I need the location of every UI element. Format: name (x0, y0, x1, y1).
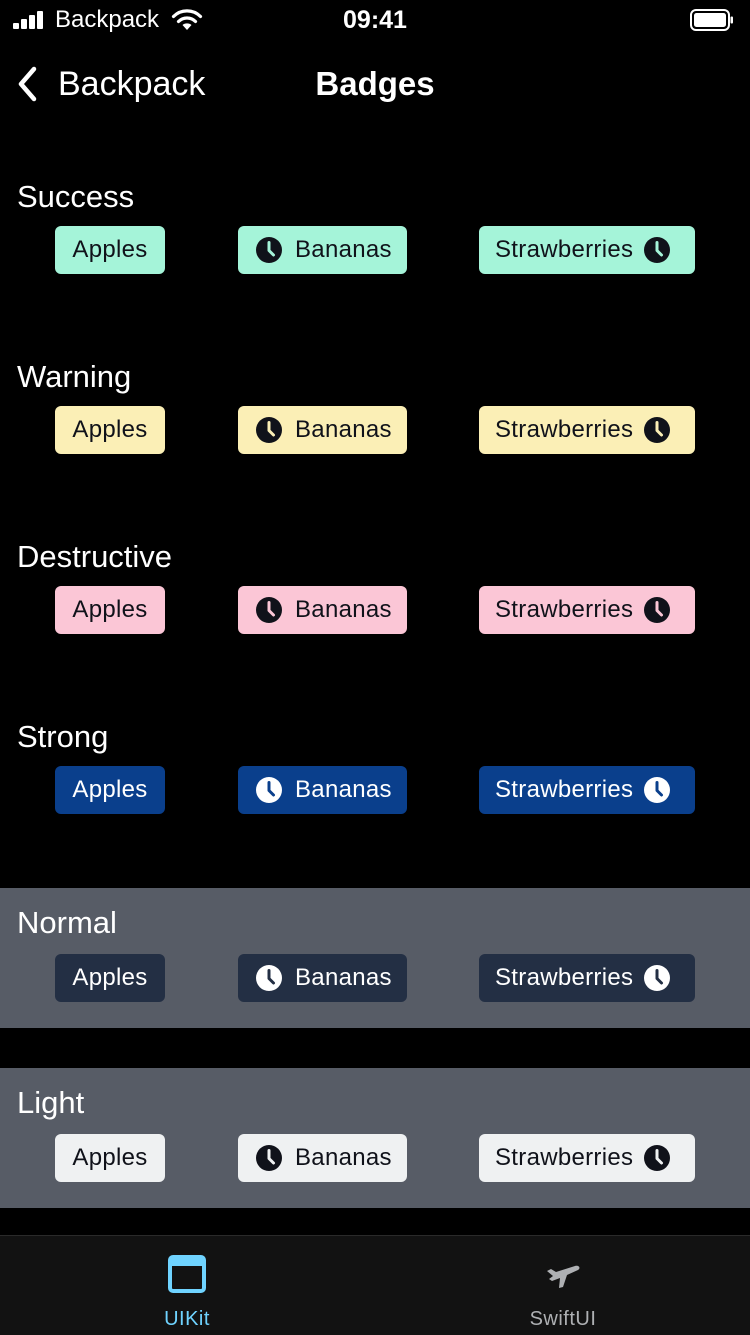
badge-strawberries: Strawberries (479, 406, 695, 454)
badge-section-destructive: Destructive Apples Bananas Strawberries (0, 539, 750, 680)
badge-label: Apples (72, 1144, 148, 1171)
badge-label: Bananas (295, 1144, 392, 1171)
badge-section-success: Success Apples Bananas Strawberries (0, 179, 750, 320)
badge-apples: Apples (55, 586, 165, 634)
tab-bar: UIKit SwiftUI (0, 1235, 750, 1335)
clock-icon (256, 1145, 282, 1171)
clock-icon (644, 417, 671, 443)
section-title: Normal (17, 905, 117, 940)
badge-label: Strawberries (495, 596, 634, 623)
badge-apples: Apples (55, 226, 165, 274)
badge-strawberries: Strawberries (479, 586, 695, 634)
status-bar: Backpack 09:41 (0, 0, 750, 40)
clock-icon (644, 1145, 671, 1171)
badge-bananas: Bananas (238, 766, 407, 814)
badge-label: Apples (72, 776, 148, 803)
clock-icon (256, 777, 282, 803)
badge-strawberries: Strawberries (479, 766, 695, 814)
page-title: Badges (315, 65, 435, 102)
clock-icon (644, 237, 671, 263)
badge-label: Apples (72, 416, 148, 443)
badge-apples: Apples (55, 766, 165, 814)
section-title: Warning (17, 359, 132, 394)
badge-label: Bananas (295, 596, 392, 623)
badge-label: Strawberries (495, 1144, 634, 1171)
badge-label: Bananas (295, 964, 392, 991)
badge-bananas: Bananas (238, 954, 407, 1002)
airplane-icon (547, 1265, 580, 1288)
badge-label: Apples (72, 964, 148, 991)
tab-uikit[interactable]: UIKit (87, 1236, 287, 1335)
badge-bananas: Bananas (238, 226, 407, 274)
badge-section-normal: Normal Apples Bananas Strawberries (0, 888, 750, 1028)
clock-icon (256, 417, 282, 443)
badge-label: Apples (72, 596, 148, 623)
status-time: 09:41 (343, 6, 407, 34)
badge-strawberries: Strawberries (479, 226, 695, 274)
tab-uikit-label: UIKit (164, 1308, 210, 1330)
badge-strawberries: Strawberries (479, 1134, 695, 1182)
badge-label: Strawberries (495, 964, 634, 991)
clock-icon (256, 237, 282, 263)
section-title: Success (17, 179, 135, 214)
badge-bananas: Bananas (238, 586, 407, 634)
clock-icon (256, 597, 282, 623)
badge-bananas: Bananas (238, 406, 407, 454)
badge-section-strong: Strong Apples Bananas Strawberries (0, 719, 750, 860)
badge-label: Strawberries (495, 236, 634, 263)
section-title: Destructive (17, 539, 173, 574)
badge-label: Bananas (295, 416, 392, 443)
clock-icon (644, 597, 671, 623)
tab-swiftui[interactable]: SwiftUI (463, 1236, 663, 1335)
section-title: Light (17, 1085, 85, 1120)
badge-section-light: Light Apples Bananas Strawberries (0, 1068, 750, 1208)
tab-swiftui-label: SwiftUI (529, 1308, 597, 1330)
badge-label: Strawberries (495, 416, 634, 443)
badge-label: Apples (72, 236, 148, 263)
battery-icon (690, 9, 733, 31)
badge-strawberries: Strawberries (479, 954, 695, 1002)
badge-apples: Apples (55, 406, 165, 454)
clock-icon (256, 965, 282, 991)
badge-bananas: Bananas (238, 1134, 407, 1182)
navigation-bar: Backpack Badges (0, 40, 750, 128)
section-title: Strong (17, 719, 109, 754)
clock-icon (644, 965, 671, 991)
badge-apples: Apples (55, 954, 165, 1002)
badge-apples: Apples (55, 1134, 165, 1182)
clock-icon (644, 777, 671, 803)
badge-label: Bananas (295, 776, 392, 803)
window-icon (168, 1255, 206, 1293)
badge-section-warning: Warning Apples Bananas Strawberries (0, 359, 750, 500)
badge-label: Strawberries (495, 776, 634, 803)
badge-label: Bananas (295, 236, 392, 263)
